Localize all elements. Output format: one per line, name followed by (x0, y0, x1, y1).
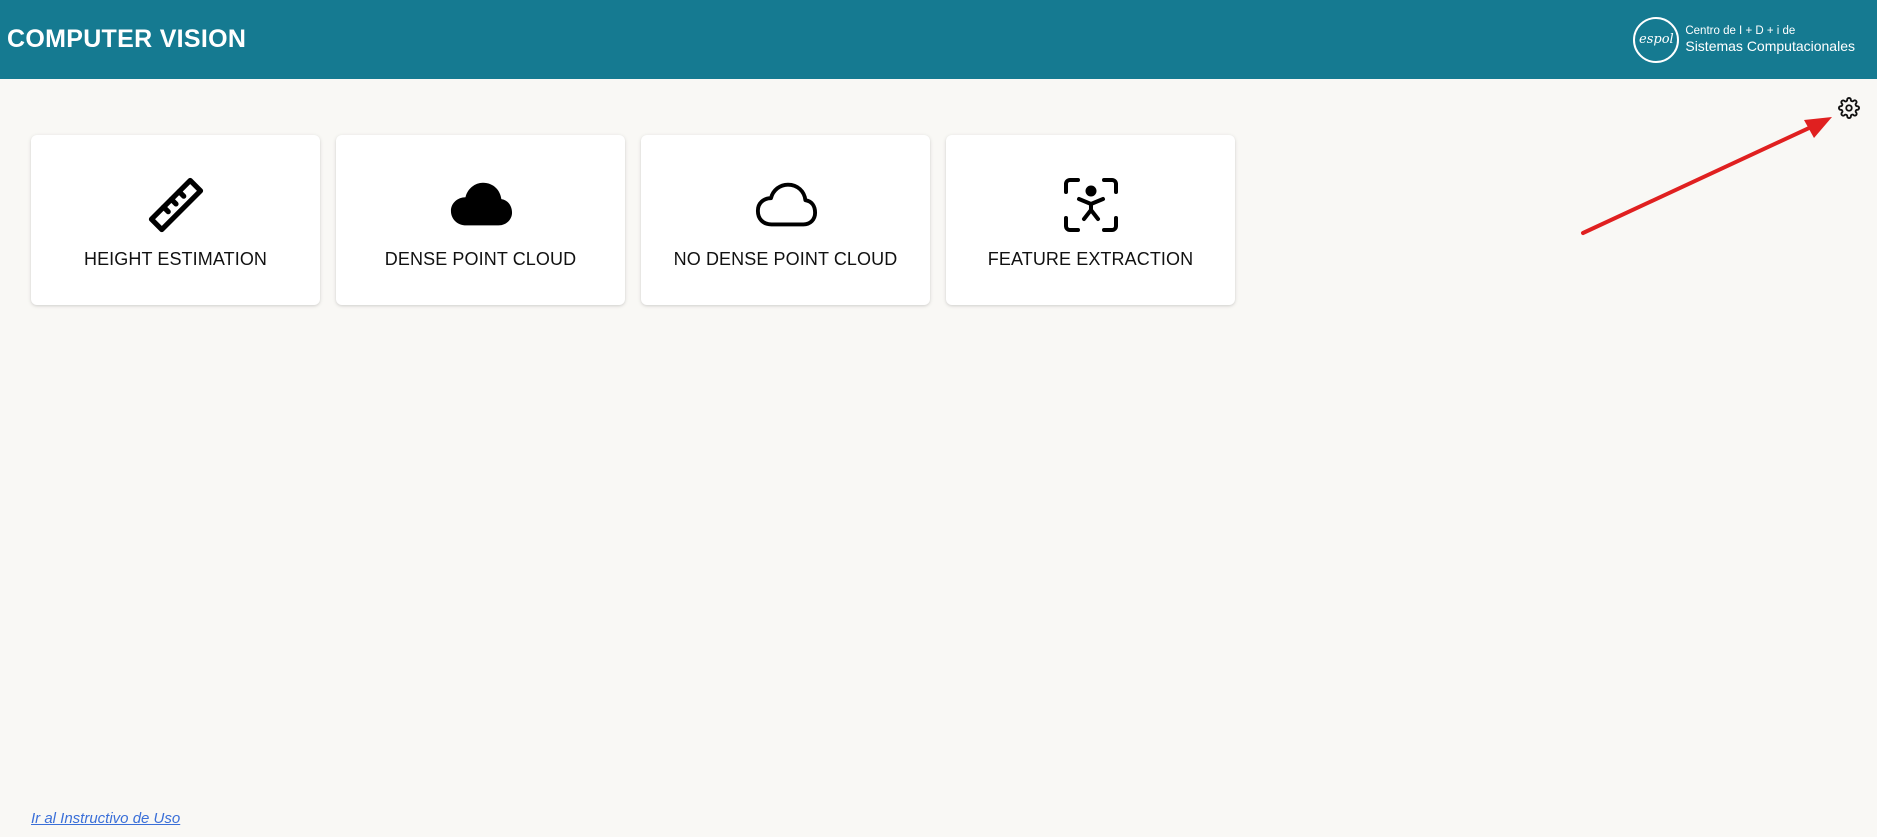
cloud-filled-icon (449, 175, 513, 235)
brand-logo: espol Centro de I + D + i de Sistemas Co… (1633, 16, 1855, 63)
espol-logo-icon: espol (1633, 16, 1680, 63)
app-title: COMPUTER VISION (7, 25, 247, 53)
ruler-icon (144, 175, 208, 235)
card-label: FEATURE EXTRACTION (987, 249, 1194, 269)
brand-line-1: Centro de I + D + i de (1685, 24, 1796, 37)
card-label: NO DENSE POINT CLOUD (673, 249, 898, 269)
module-cards: HEIGHT ESTIMATION DENSE POINT CLOUD NO D… (31, 135, 1235, 305)
brand-line-2: Sistemas Computacionales (1685, 38, 1855, 55)
card-dense-point-cloud[interactable]: DENSE POINT CLOUD (336, 135, 625, 305)
card-label: HEIGHT ESTIMATION (83, 249, 268, 269)
annotation-arrow (1581, 117, 1832, 235)
card-feature-extraction[interactable]: FEATURE EXTRACTION (946, 135, 1235, 305)
user-guide-link[interactable]: Ir al Instructivo de Uso (31, 810, 180, 827)
card-no-dense-point-cloud[interactable]: NO DENSE POINT CLOUD (641, 135, 930, 305)
top-bar: COMPUTER VISION espol Centro de I + D + … (0, 0, 1877, 79)
card-label: DENSE POINT CLOUD (384, 249, 577, 269)
settings-button[interactable] (1836, 95, 1862, 121)
gear-icon (1838, 97, 1860, 119)
person-scan-icon (1059, 175, 1123, 235)
cloud-outline-icon (754, 175, 818, 235)
brand-text: Centro de I + D + i de Sistemas Computac… (1685, 25, 1855, 54)
card-height-estimation[interactable]: HEIGHT ESTIMATION (31, 135, 320, 305)
